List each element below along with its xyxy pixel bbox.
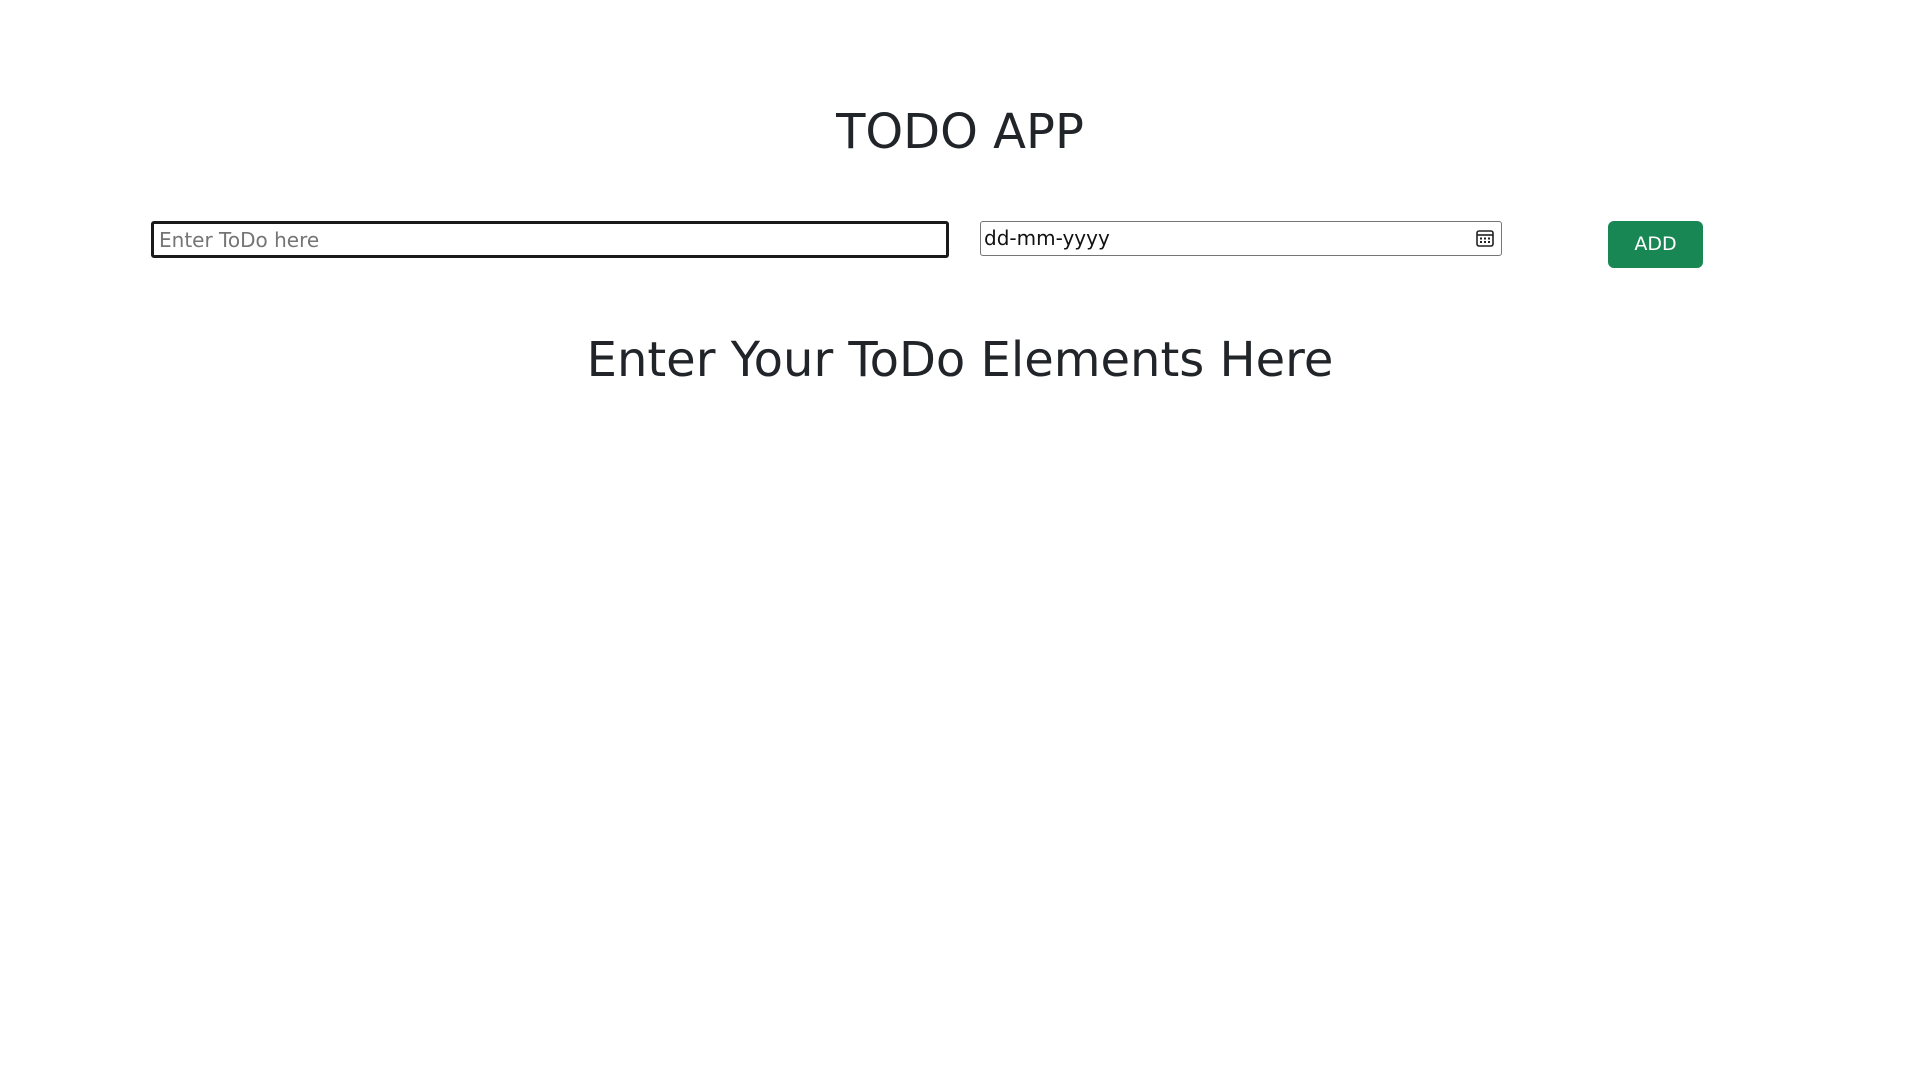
todo-input[interactable] (151, 221, 949, 258)
page-title: TODO APP (836, 104, 1084, 160)
date-placeholder: dd-mm-yyyy (984, 226, 1110, 250)
add-button[interactable]: ADD (1608, 221, 1703, 268)
calendar-icon[interactable] (1475, 228, 1495, 248)
todo-list-empty-message: Enter Your ToDo Elements Here (586, 332, 1334, 388)
date-input[interactable]: dd-mm-yyyy (980, 221, 1502, 256)
todo-app-page: TODO APP dd-mm-yyyy ADD Enter Your ToDo … (0, 0, 1920, 1080)
